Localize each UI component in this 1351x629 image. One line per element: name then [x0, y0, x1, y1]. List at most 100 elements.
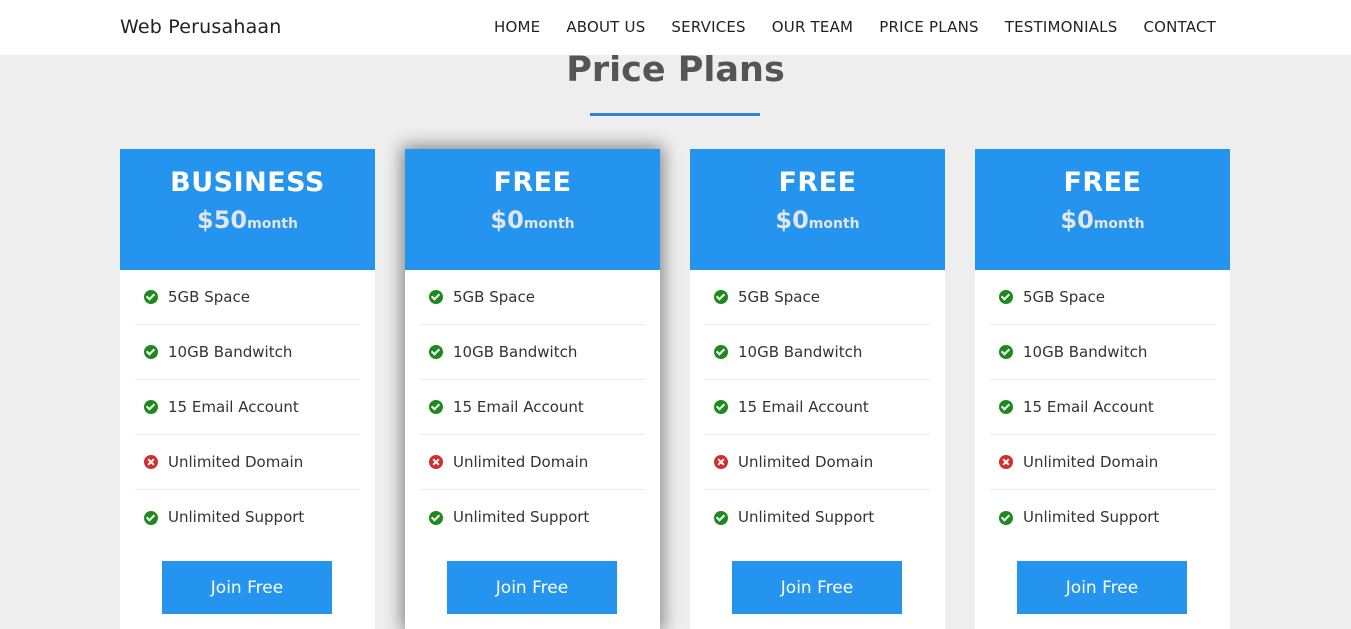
- cross-icon: [714, 455, 728, 469]
- price-period: month: [1093, 216, 1145, 232]
- price-period: month: [523, 216, 575, 232]
- nav-item-testimonials[interactable]: TESTIMONIALS: [1005, 18, 1118, 36]
- feature-list: 5GB Space 10GB Bandwitch 15 Email Account U…: [120, 270, 375, 545]
- plan-price: $0month: [975, 206, 1230, 234]
- feature-item: 10GB Bandwitch: [420, 325, 645, 380]
- feature-item: 10GB Bandwitch: [135, 325, 360, 380]
- feature-list: 5GB Space 10GB Bandwitch 15 Email Account U…: [690, 270, 945, 545]
- feature-label: Unlimited Support: [1023, 508, 1160, 526]
- feature-item: Unlimited Support: [135, 490, 360, 545]
- check-icon: [429, 345, 443, 359]
- feature-label: 15 Email Account: [1023, 397, 1154, 416]
- feature-item: Unlimited Support: [990, 490, 1215, 545]
- price-period: month: [247, 216, 298, 232]
- feature-item: 15 Email Account: [990, 380, 1215, 435]
- feature-list: 5GB Space 10GB Bandwitch 15 Email Account U…: [405, 270, 660, 545]
- brand-logo[interactable]: Web Perusahaan: [120, 16, 282, 38]
- check-icon: [429, 510, 443, 525]
- feature-label: 15 Email Account: [168, 397, 299, 416]
- feature-label: Unlimited Domain: [738, 452, 874, 471]
- pricing-card-header: BUSINESS $50month: [120, 149, 375, 270]
- price-amount: $0: [490, 206, 524, 234]
- feature-label: 10GB Bandwitch: [1023, 342, 1148, 361]
- price-amount: $50: [197, 206, 248, 234]
- cross-icon: [999, 455, 1013, 469]
- check-icon: [429, 290, 443, 304]
- pricing-card: FREE $0month 5GB Space 10GB Bandwitch 15 Ema…: [690, 149, 945, 629]
- nav-item-our-team[interactable]: OUR TEAM: [772, 18, 853, 36]
- feature-label: 15 Email Account: [453, 397, 584, 416]
- price-amount: $0: [775, 206, 809, 234]
- feature-label: 5GB Space: [453, 287, 535, 306]
- pricing-card-header: FREE $0month: [405, 149, 660, 270]
- pricing-card-header: FREE $0month: [975, 149, 1230, 270]
- feature-label: 5GB Space: [168, 287, 250, 306]
- feature-label: Unlimited Support: [738, 508, 875, 526]
- price-period: month: [808, 216, 860, 232]
- feature-label: Unlimited Domain: [168, 452, 304, 471]
- join-free-button[interactable]: Join Free: [447, 561, 617, 614]
- feature-label: 10GB Bandwitch: [453, 342, 578, 361]
- check-icon: [999, 400, 1013, 414]
- plan-price: $50month: [120, 206, 375, 234]
- price-amount: $0: [1060, 206, 1094, 234]
- feature-item: 15 Email Account: [705, 380, 930, 435]
- plan-name: FREE: [1063, 167, 1142, 198]
- join-free-button[interactable]: Join Free: [732, 561, 902, 614]
- plan-name: BUSINESS: [170, 167, 325, 198]
- check-icon: [144, 290, 158, 304]
- feature-item: 10GB Bandwitch: [705, 325, 930, 380]
- feature-item: Unlimited Support: [705, 490, 930, 545]
- feature-item: 5GB Space: [135, 270, 360, 325]
- pricing-card: FREE $0month 5GB Space 10GB Bandwitch 15 Ema…: [405, 149, 660, 629]
- check-icon: [429, 400, 443, 414]
- check-icon: [144, 510, 158, 525]
- feature-item: 5GB Space: [420, 270, 645, 325]
- nav-item-home[interactable]: HOME: [494, 18, 540, 36]
- check-icon: [999, 510, 1013, 525]
- plan-price: $0month: [690, 206, 945, 234]
- join-free-button[interactable]: Join Free: [1017, 561, 1187, 614]
- check-icon: [999, 345, 1013, 359]
- feature-list: 5GB Space 10GB Bandwitch 15 Email Account U…: [975, 270, 1230, 545]
- feature-item: 15 Email Account: [135, 380, 360, 435]
- feature-label: 5GB Space: [1023, 287, 1105, 306]
- feature-label: Unlimited Support: [168, 508, 305, 526]
- feature-item: 5GB Space: [705, 270, 930, 325]
- nav-item-contact[interactable]: CONTACT: [1143, 18, 1216, 36]
- feature-label: 15 Email Account: [738, 397, 869, 416]
- plan-name: FREE: [778, 167, 857, 198]
- check-icon: [714, 400, 728, 414]
- feature-label: Unlimited Support: [453, 508, 590, 526]
- navbar: Web Perusahaan HOME ABOUT US SERVICES OU…: [0, 0, 1351, 55]
- pricing-card-header: FREE $0month: [690, 149, 945, 270]
- cross-icon: [144, 455, 158, 469]
- plan-price: $0month: [405, 206, 660, 234]
- feature-item: Unlimited Domain: [705, 435, 930, 490]
- feature-label: 5GB Space: [738, 287, 820, 306]
- feature-item: Unlimited Domain: [990, 435, 1215, 490]
- feature-item: 5GB Space: [990, 270, 1215, 325]
- title-underline: [590, 113, 760, 116]
- section-title: Price Plans: [566, 50, 785, 90]
- feature-item: Unlimited Domain: [420, 435, 645, 490]
- feature-item: Unlimited Support: [420, 490, 645, 545]
- feature-label: Unlimited Domain: [453, 452, 589, 471]
- check-icon: [714, 510, 728, 525]
- feature-label: Unlimited Domain: [1023, 452, 1159, 471]
- pricing-card: BUSINESS $50month 5GB Space 10GB Bandwitch 1…: [120, 149, 375, 629]
- check-icon: [144, 400, 158, 414]
- check-icon: [714, 345, 728, 359]
- check-icon: [144, 345, 158, 359]
- feature-label: 10GB Bandwitch: [168, 342, 293, 361]
- check-icon: [714, 290, 728, 304]
- feature-label: 10GB Bandwitch: [738, 342, 863, 361]
- nav-item-about-us[interactable]: ABOUT US: [566, 18, 645, 36]
- pricing-card: FREE $0month 5GB Space 10GB Bandwitch 15 Ema…: [975, 149, 1230, 629]
- cross-icon: [429, 455, 443, 469]
- nav-menu: HOME ABOUT US SERVICES OUR TEAM PRICE PL…: [468, 18, 1216, 36]
- nav-item-price-plans[interactable]: PRICE PLANS: [879, 18, 979, 36]
- nav-item-services[interactable]: SERVICES: [671, 18, 745, 36]
- join-free-button[interactable]: Join Free: [162, 561, 332, 614]
- feature-item: Unlimited Domain: [135, 435, 360, 490]
